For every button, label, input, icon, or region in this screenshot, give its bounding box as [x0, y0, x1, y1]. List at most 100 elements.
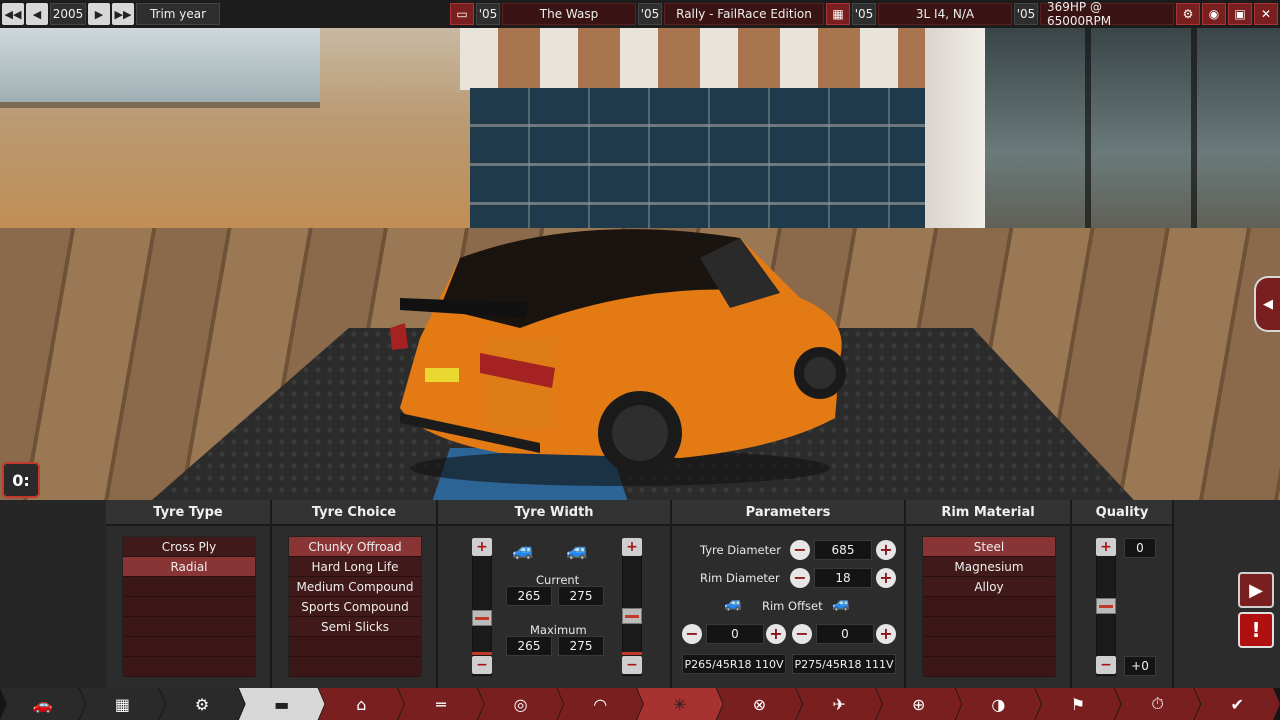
parameters-title: Parameters — [672, 500, 904, 526]
quality-decrease-button[interactable]: − — [1096, 656, 1116, 674]
wheels-icon[interactable]: ✳ — [637, 688, 723, 720]
car-design-icon[interactable]: ▬ — [238, 688, 325, 720]
rewind-icon[interactable]: ◀◀ — [2, 3, 24, 25]
tyre-choice-option[interactable]: Medium Compound — [289, 577, 421, 597]
empty-slot — [289, 637, 421, 657]
maximum-front-width: 265 — [506, 636, 552, 656]
empty-slot — [923, 657, 1055, 677]
empty-slot — [923, 597, 1055, 617]
right-tool-panel: ▶ ! — [1174, 500, 1280, 688]
headlight-icon[interactable]: ◎ — [477, 688, 564, 720]
suspension-icon[interactable]: ⊗ — [716, 688, 803, 720]
empty-slot — [123, 617, 255, 637]
safety-icon[interactable]: ◑ — [955, 688, 1042, 720]
rim-diameter-value[interactable]: 18 — [814, 568, 872, 588]
tyre-choice-option[interactable]: Chunky Offroad — [289, 537, 421, 557]
engine-parts-icon[interactable]: ⚙ — [159, 688, 245, 720]
rim-material-list: Steel Magnesium Alloy — [922, 536, 1056, 677]
current-label: Current — [536, 573, 580, 587]
side-panel-expand-button[interactable]: ◀ — [1254, 276, 1280, 332]
engine-name[interactable]: 3L I4, N/A — [878, 3, 1012, 25]
front-offset-value[interactable]: 0 — [706, 624, 764, 644]
timing-icon[interactable]: ⏱ — [1114, 688, 1201, 720]
interior-icon[interactable]: ⊕ — [875, 688, 962, 720]
triangle-left-icon[interactable]: ◀ — [26, 3, 48, 25]
tyre-width-section: Tyre Width + − + − 🚙 🚙 Current 265 275 M… — [438, 500, 672, 688]
rim-material-option[interactable]: Magnesium — [923, 557, 1055, 577]
front-offset-increase-button[interactable]: + — [766, 624, 786, 644]
top-bar: ◀◀ ◀ 2005 ▶ ▶▶ Trim year ▭ '05 The Wasp … — [0, 0, 1280, 28]
rear-car-icon: 🚙 — [566, 540, 589, 561]
tyre-diameter-decrease-button[interactable]: − — [790, 540, 810, 560]
chassis-icon[interactable]: ⌂ — [318, 688, 405, 720]
floppy-disk-icon[interactable]: ▣ — [1228, 3, 1252, 25]
rear-width-slider-thumb[interactable] — [622, 608, 642, 625]
tyre-choice-option[interactable]: Hard Long Life — [289, 557, 421, 577]
rear-offset-value[interactable]: 0 — [816, 624, 874, 644]
warnings-button[interactable]: ! — [1238, 612, 1274, 648]
next-stage-button[interactable]: ▶ — [1238, 572, 1274, 608]
front-offset-decrease-button[interactable]: − — [682, 624, 702, 644]
rim-diameter-decrease-button[interactable]: − — [790, 568, 810, 588]
front-width-slider-thumb[interactable] — [472, 610, 492, 626]
tyre-choice-option[interactable]: Sports Compound — [289, 597, 421, 617]
rim-material-option[interactable]: Steel — [923, 537, 1055, 557]
tyre-diameter-value[interactable]: 685 — [814, 540, 872, 560]
engine-icon[interactable]: ▦ — [826, 3, 850, 25]
model-name[interactable]: The Wasp — [502, 3, 636, 25]
rear-offset-decrease-button[interactable]: − — [792, 624, 812, 644]
tyre-diameter-increase-button[interactable]: + — [876, 540, 896, 560]
empty-slot — [123, 597, 255, 617]
rim-diameter-label: Rim Diameter — [700, 571, 780, 585]
camera-view-button[interactable]: 0: — [2, 462, 40, 498]
tyre-choice-option[interactable]: Semi Slicks — [289, 617, 421, 637]
confirm-icon[interactable]: ✔ — [1194, 688, 1280, 720]
rear-offset-increase-button[interactable]: + — [876, 624, 896, 644]
rear-car-icon: 🚙 — [832, 594, 851, 612]
front-width-increase-button[interactable]: + — [472, 538, 492, 556]
wheels-panel: Tyre Type Cross Ply Radial Tyre Choice Ch… — [0, 500, 1280, 688]
engine-year: '05 — [852, 3, 876, 25]
front-tyre-code: P265/45R18 110V — [682, 654, 786, 674]
car-model-icon[interactable]: ▭ — [450, 3, 474, 25]
current-rear-width: 275 — [558, 586, 604, 606]
quality-slider-thumb[interactable] — [1096, 598, 1116, 614]
rim-material-option[interactable]: Alloy — [923, 577, 1055, 597]
tyre-type-option[interactable]: Cross Ply — [123, 537, 255, 557]
rear-width-decrease-button[interactable]: − — [622, 656, 642, 674]
front-car-icon: 🚙 — [724, 594, 743, 612]
quality-section: Quality + − 0 +0 — [1072, 500, 1174, 688]
fast-forward-icon[interactable]: ▶▶ — [112, 3, 134, 25]
design-stage-nav: 🚗 ▦ ⚙ ▬ ⌂ ═ ◎ ◠ ✳ ⊗ ✈ ⊕ ◑ ⚑ ⏱ ✔ — [0, 688, 1280, 720]
drivetrain-icon[interactable]: ═ — [398, 688, 484, 720]
trim-year: '05 — [638, 3, 662, 25]
engine-block-icon[interactable]: ▦ — [79, 688, 166, 720]
tyre-type-option[interactable]: Radial — [123, 557, 255, 577]
parameters-section: Parameters Tyre Diameter − 685 + Rim Dia… — [672, 500, 906, 688]
variant-year: '05 — [1014, 3, 1038, 25]
tyre-choice-title: Tyre Choice — [272, 500, 436, 526]
front-width-decrease-button[interactable]: − — [472, 656, 492, 674]
trim-name[interactable]: Rally - FailRace Edition — [664, 3, 824, 25]
brakes-icon[interactable]: ◠ — [557, 688, 643, 720]
model-year: '05 — [476, 3, 500, 25]
gear-icon[interactable]: ⚙ — [1176, 3, 1200, 25]
tyre-width-title: Tyre Width — [438, 500, 670, 526]
engine-power[interactable]: 369HP @ 65000RPM — [1040, 0, 1174, 28]
test-track-icon[interactable]: ⚑ — [1035, 688, 1121, 720]
car-body-icon[interactable]: 🚗 — [0, 688, 86, 720]
tyre-choice-list: Chunky Offroad Hard Long Life Medium Compo… — [288, 536, 422, 677]
close-icon[interactable]: ✕ — [1254, 3, 1278, 25]
tyre-choice-section: Tyre Choice Chunky Offroad Hard Long Life… — [272, 500, 438, 688]
quality-increase-button[interactable]: + — [1096, 538, 1116, 556]
camera-icon[interactable]: ◉ — [1202, 3, 1226, 25]
year-display: 2005 — [50, 3, 86, 25]
empty-slot — [923, 617, 1055, 637]
rim-diameter-increase-button[interactable]: + — [876, 568, 896, 588]
rim-material-section: Rim Material Steel Magnesium Alloy — [906, 500, 1072, 688]
rear-width-increase-button[interactable]: + — [622, 538, 642, 556]
triangle-right-icon[interactable]: ▶ — [88, 3, 110, 25]
empty-slot — [123, 577, 255, 597]
car-model[interactable] — [380, 218, 860, 488]
aero-icon[interactable]: ✈ — [796, 688, 882, 720]
